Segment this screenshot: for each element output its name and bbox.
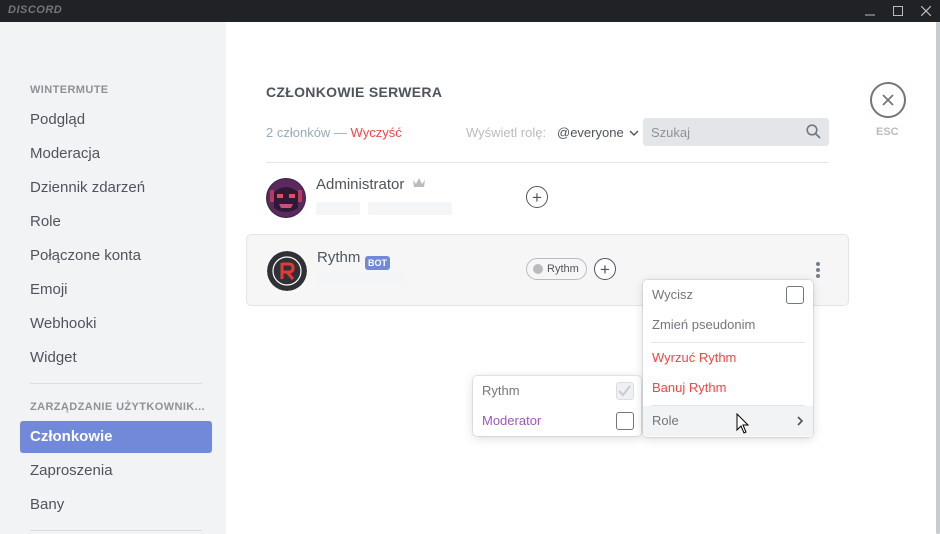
bot-tag: BOT xyxy=(365,256,390,270)
mouse-cursor-icon xyxy=(736,413,750,434)
crown-icon xyxy=(413,178,425,187)
discord-logo: DISCORD xyxy=(8,4,63,16)
menu-item-roles[interactable]: Role xyxy=(643,406,813,436)
maximize-icon xyxy=(893,6,903,16)
member-context-menu: Wycisz Zmień pseudonim Wyrzuć Rythm Banu… xyxy=(643,280,813,437)
members-panel: CZŁONKOWIE SERWERA 2 członków — Wyczyść … xyxy=(226,22,936,534)
close-settings-button[interactable] xyxy=(870,82,906,118)
roles-submenu: Rythm Moderator xyxy=(473,376,641,436)
role-checkbox[interactable] xyxy=(616,412,634,430)
page-title: CZŁONKOWIE SERWERA xyxy=(266,84,443,100)
menu-item-kick[interactable]: Wyrzuć Rythm xyxy=(643,343,813,373)
member-count-row: 2 członków — Wyczyść xyxy=(266,125,402,140)
search-box xyxy=(643,118,829,146)
blurred-username xyxy=(368,202,452,215)
role-filter-value: @everyone xyxy=(557,125,624,140)
more-options-icon[interactable] xyxy=(816,262,820,280)
scrollbar-thumb[interactable] xyxy=(936,22,940,534)
close-window-button[interactable] xyxy=(912,0,940,22)
minimize-icon xyxy=(865,14,875,16)
add-role-button[interactable]: + xyxy=(526,186,548,208)
role-filter-dropdown[interactable]: @everyone xyxy=(557,125,639,140)
sidebar-divider xyxy=(30,530,202,531)
role-option-label: Rythm xyxy=(482,383,520,398)
avatar-image xyxy=(266,178,306,218)
search-input[interactable] xyxy=(643,118,803,146)
role-option-label: Moderator xyxy=(482,413,542,428)
role-color-dot xyxy=(533,264,543,274)
role-pill-label: Rythm xyxy=(547,263,579,275)
mute-checkbox[interactable] xyxy=(786,286,804,304)
user-management-header: ZARZĄDZANIE UŻYTKOWNIK... xyxy=(30,401,205,413)
member-name: Administrator xyxy=(316,176,405,193)
avatar xyxy=(266,178,306,218)
sidebar-item-widget[interactable]: Widget xyxy=(20,342,212,374)
sidebar-item-members[interactable]: Członkowie xyxy=(20,421,212,453)
avatar-image xyxy=(267,251,307,291)
sidebar-item-bans[interactable]: Bany xyxy=(20,489,212,521)
minimize-button[interactable] xyxy=(856,0,884,22)
role-filter-label: Wyświetl rolę: xyxy=(466,125,547,140)
blurred-username xyxy=(316,202,360,215)
sidebar-item-emoji[interactable]: Emoji xyxy=(20,274,212,306)
blurred-username xyxy=(317,273,407,286)
checkmark-icon xyxy=(618,385,631,397)
role-checkbox-checked xyxy=(616,382,634,400)
close-icon xyxy=(882,94,894,106)
sidebar-divider xyxy=(30,383,202,384)
scrollbar[interactable] xyxy=(936,22,940,534)
member-row-administrator[interactable]: Administrator + xyxy=(246,162,849,234)
search-icon xyxy=(806,124,821,139)
sidebar-item-webhooks[interactable]: Webhooki xyxy=(20,308,212,340)
chevron-down-icon xyxy=(629,130,639,136)
menu-item-ban[interactable]: Banuj Rythm xyxy=(643,373,813,403)
sidebar-item-audit-log[interactable]: Dziennik zdarzeń xyxy=(20,172,212,204)
role-pill[interactable]: Rythm xyxy=(526,258,587,280)
settings-sidebar: WINTERMUTE Podgląd Moderacja Dziennik zd… xyxy=(0,22,226,534)
close-icon xyxy=(921,6,931,16)
member-name: Rythm xyxy=(317,249,361,266)
member-count: 2 członków xyxy=(266,125,331,140)
sidebar-item-moderation[interactable]: Moderacja xyxy=(20,138,212,170)
chevron-right-icon xyxy=(797,416,804,426)
title-bar: DISCORD xyxy=(0,0,940,22)
maximize-button[interactable] xyxy=(884,0,912,22)
menu-item-change-nickname[interactable]: Zmień pseudonim xyxy=(643,310,813,340)
sidebar-item-roles[interactable]: Role xyxy=(20,206,212,238)
clear-link[interactable]: Wyczyść xyxy=(351,125,402,140)
count-separator: — xyxy=(330,125,351,140)
add-role-button[interactable]: + xyxy=(594,258,616,280)
sidebar-item-overview[interactable]: Podgląd xyxy=(20,104,212,136)
sidebar-item-invites[interactable]: Zaproszenia xyxy=(20,455,212,487)
avatar xyxy=(267,251,307,291)
esc-label: ESC xyxy=(876,126,899,138)
server-name-header: WINTERMUTE xyxy=(30,84,109,96)
sidebar-item-integrations[interactable]: Połączone konta xyxy=(20,240,212,272)
